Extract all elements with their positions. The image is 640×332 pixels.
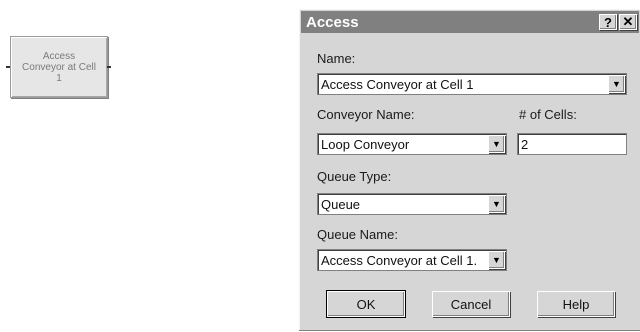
num-cells-value: 2	[521, 136, 529, 152]
queue-type-label: Queue Type:	[317, 169, 392, 184]
module-label: Access Conveyor at Cell 1	[22, 50, 96, 84]
conveyor-name-value: Loop Conveyor	[321, 136, 410, 152]
access-dialog: Access ? ✕ Name: Access Conveyor at Cell…	[298, 8, 640, 332]
chevron-down-icon[interactable]: ▼	[488, 135, 505, 153]
help-button[interactable]: Help	[537, 291, 615, 317]
chevron-down-icon[interactable]: ▼	[488, 251, 505, 269]
conveyor-name-combobox[interactable]: Loop Conveyor ▼	[317, 133, 507, 155]
chevron-down-icon[interactable]: ▼	[488, 195, 505, 213]
num-cells-label: # of Cells:	[519, 107, 577, 122]
queue-name-combobox[interactable]: Access Conveyor at Cell 1. ▼	[317, 249, 507, 271]
chevron-down-icon[interactable]: ▼	[608, 75, 625, 93]
queue-type-value: Queue	[321, 196, 361, 212]
dialog-title: Access	[306, 13, 359, 31]
conveyor-name-label: Conveyor Name:	[317, 107, 415, 122]
name-combobox[interactable]: Access Conveyor at Cell 1 ▼	[317, 73, 627, 95]
help-title-button[interactable]: ?	[599, 14, 617, 30]
num-cells-input[interactable]: 2	[517, 133, 627, 155]
cancel-button[interactable]: Cancel	[432, 291, 510, 317]
module-output-connector	[107, 66, 111, 68]
close-title-button[interactable]: ✕	[619, 14, 637, 30]
name-combobox-value: Access Conveyor at Cell 1	[321, 76, 474, 92]
queue-name-label: Queue Name:	[317, 227, 398, 242]
ok-button[interactable]: OK	[326, 290, 406, 318]
dialog-titlebar: Access ? ✕	[301, 11, 639, 33]
name-label: Name:	[317, 51, 356, 66]
access-module-block[interactable]: Access Conveyor at Cell 1	[10, 36, 108, 98]
queue-name-value: Access Conveyor at Cell 1.	[321, 252, 478, 268]
queue-type-combobox[interactable]: Queue ▼	[317, 193, 507, 215]
